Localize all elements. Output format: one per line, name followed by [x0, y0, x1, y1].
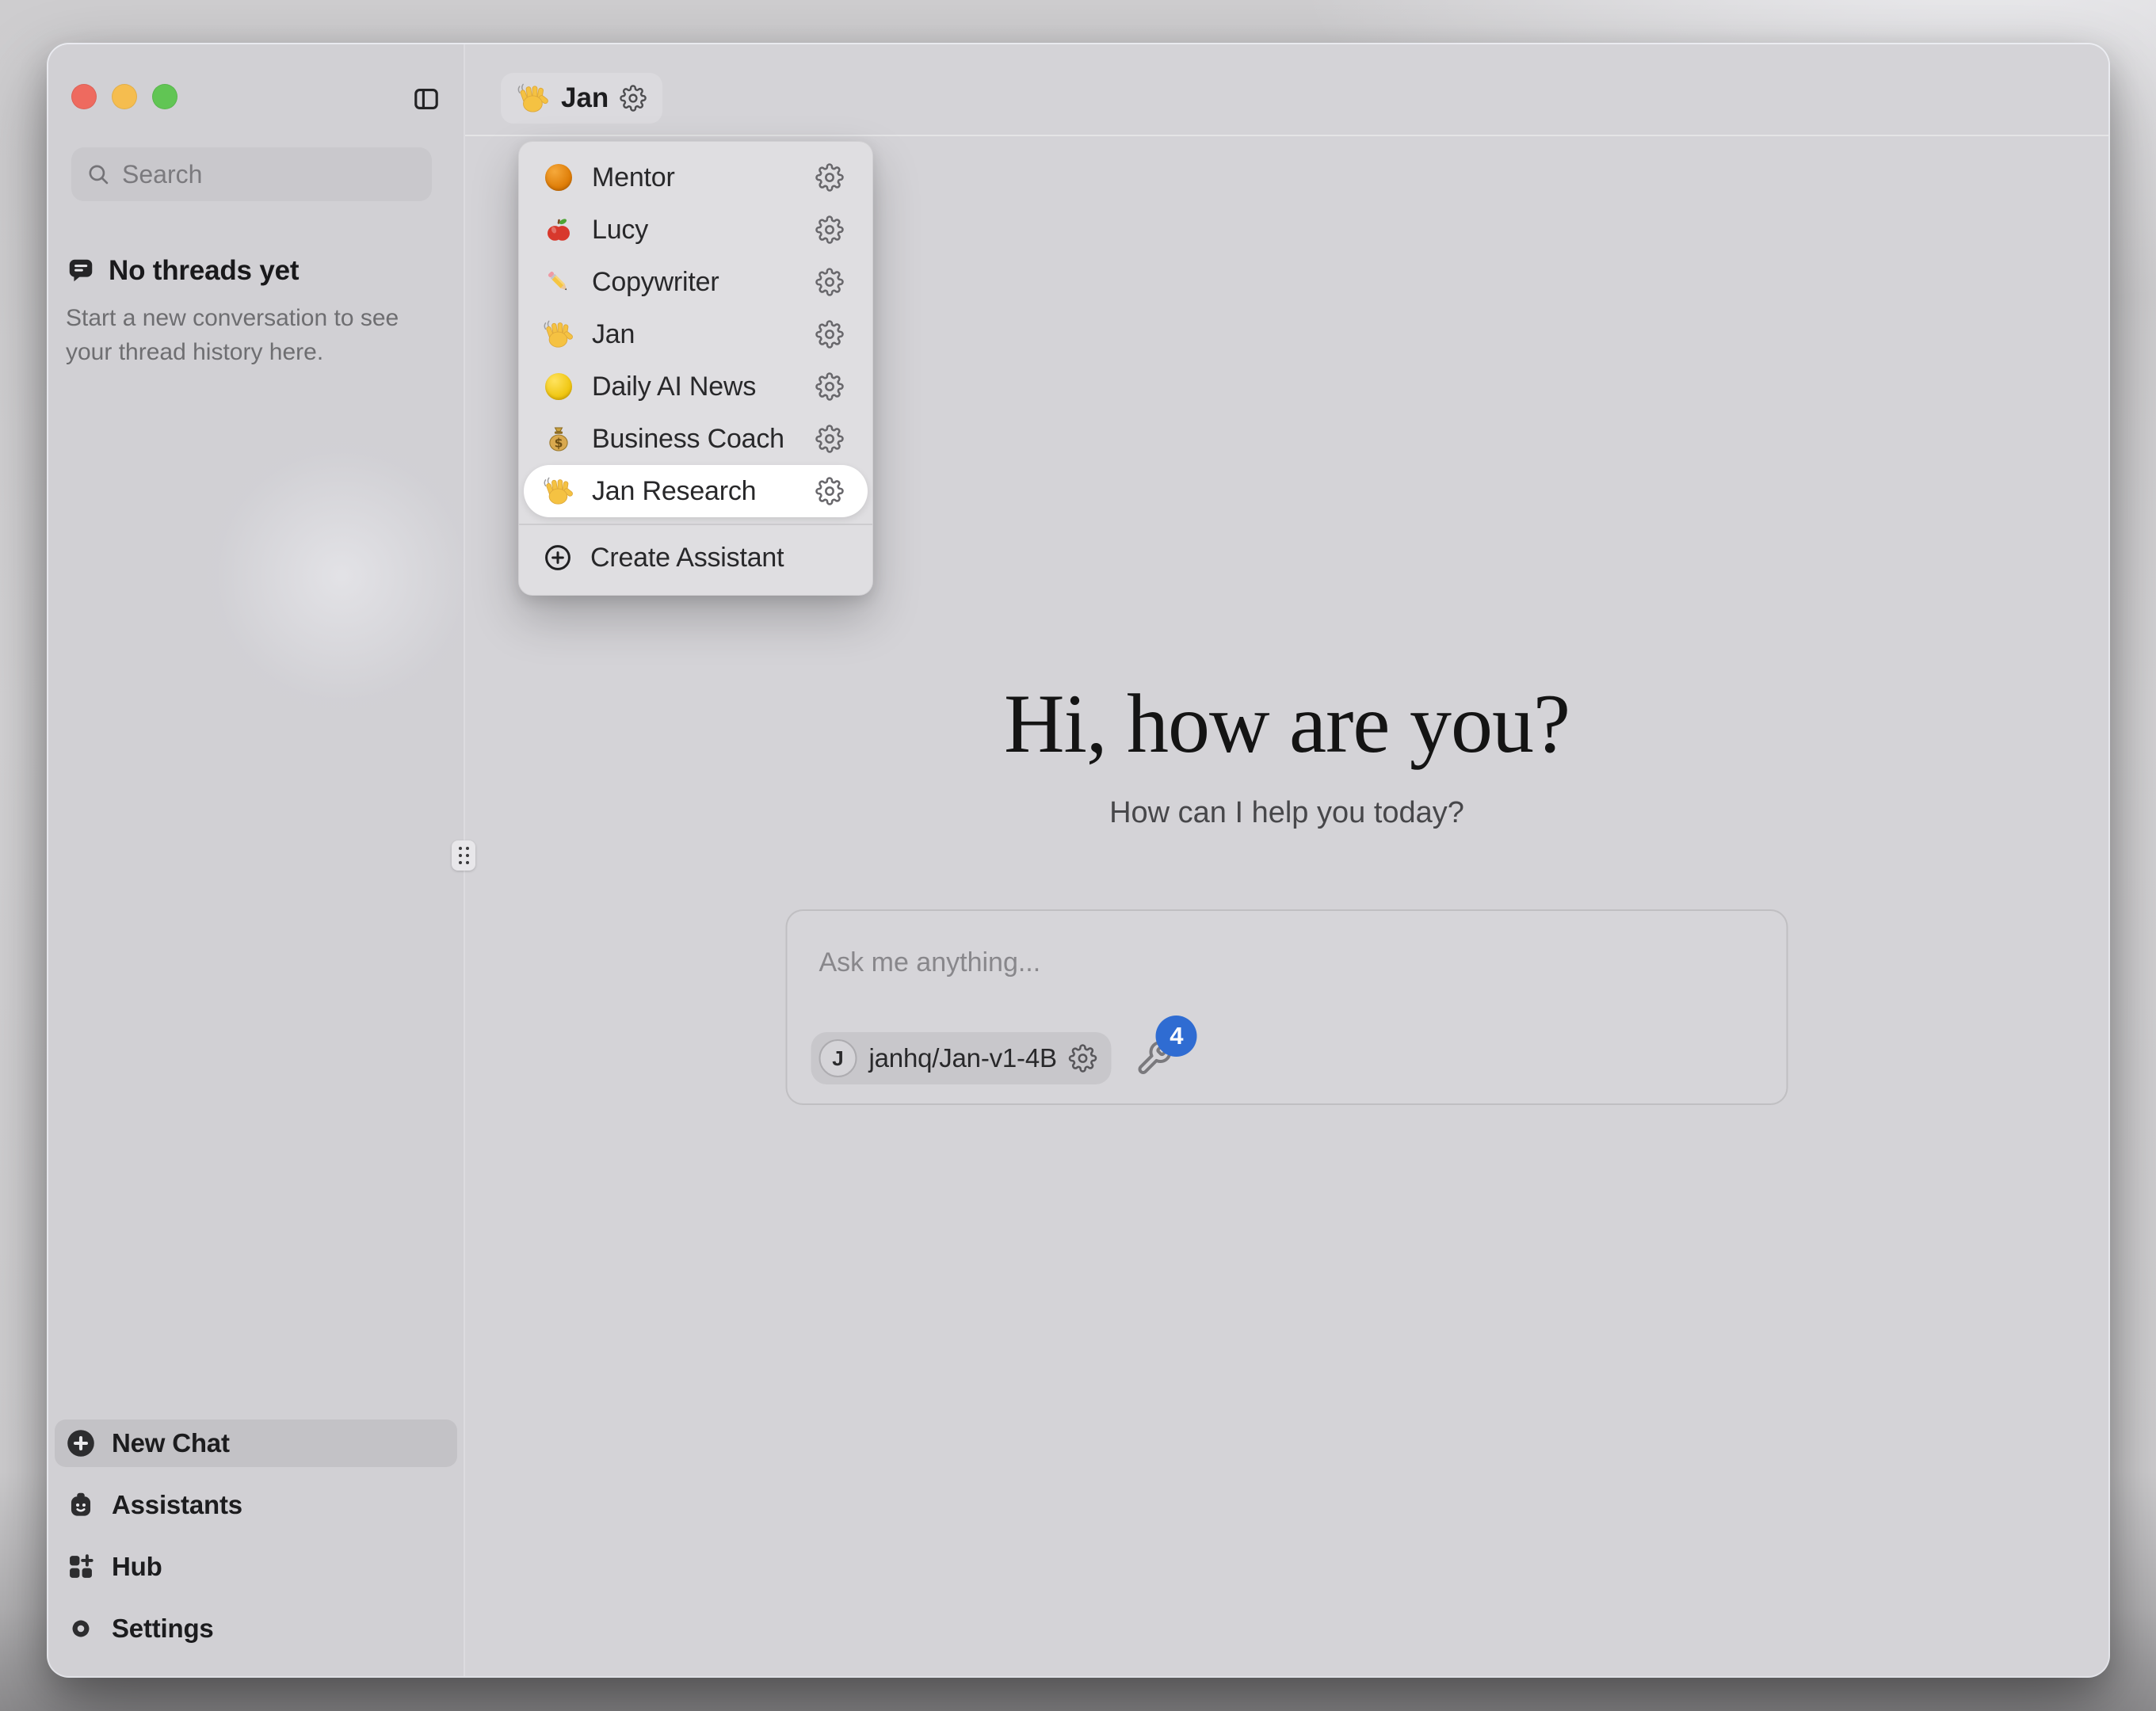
plus-circle-icon — [66, 1428, 96, 1458]
sidebar-item-settings[interactable]: Settings — [55, 1605, 457, 1652]
menu-item-copywriter[interactable]: Copywriter — [524, 256, 868, 308]
menu-item-label: Business Coach — [592, 424, 784, 455]
window-close-button[interactable] — [71, 84, 97, 109]
menu-item-label: Lucy — [592, 215, 648, 246]
menu-item-mentor[interactable]: Mentor — [524, 151, 868, 204]
waving-hand-icon — [543, 475, 574, 507]
gear-icon[interactable] — [815, 163, 844, 192]
pencil-icon — [543, 266, 574, 298]
sidebar-item-label: New Chat — [112, 1428, 230, 1458]
sidebar-bottom-nav: New Chat Assistants Hub Settings — [55, 1419, 457, 1652]
menu-item-label: Daily AI News — [592, 372, 756, 402]
empty-state-title: No threads yet — [109, 255, 299, 287]
search-icon — [86, 162, 111, 187]
sidebar-item-label: Assistants — [112, 1490, 242, 1520]
app-window: No threads yet Start a new conversation … — [48, 44, 2108, 1676]
greeting-title: Hi, how are you? — [465, 678, 2108, 770]
sidebar-toggle-button[interactable] — [412, 85, 441, 110]
menu-item-daily-ai-news[interactable]: Daily AI News — [524, 360, 868, 413]
sidebar-item-assistants[interactable]: Assistants — [55, 1481, 457, 1529]
waving-hand-icon — [543, 318, 574, 350]
chat-composer[interactable]: Ask me anything... J janhq/Jan-v1-4B 4 — [786, 909, 1788, 1105]
greeting-subtitle: How can I help you today? — [465, 792, 2108, 833]
assistant-selector-button[interactable]: Jan — [501, 73, 662, 124]
gear-icon[interactable] — [1069, 1044, 1097, 1073]
sidebar-toggle-icon — [412, 85, 441, 113]
sidebar-item-label: Hub — [112, 1552, 162, 1582]
gear-icon[interactable] — [815, 320, 844, 349]
model-avatar: J — [819, 1039, 857, 1077]
menu-item-jan[interactable]: Jan — [524, 308, 868, 360]
menu-item-label: Copywriter — [592, 267, 719, 298]
apple-icon — [543, 214, 574, 246]
sidebar-item-hub[interactable]: Hub — [55, 1543, 457, 1591]
gear-icon[interactable] — [815, 372, 844, 401]
tools-count-badge: 4 — [1156, 1016, 1197, 1057]
create-assistant-button[interactable]: Create Assistant — [524, 532, 868, 584]
gear-filled-icon — [66, 1614, 96, 1644]
waving-hand-icon — [517, 82, 550, 115]
main-area: Jan Mentor Lucy Copywriter Jan — [464, 44, 2108, 1676]
model-selector-button[interactable]: J janhq/Jan-v1-4B — [811, 1032, 1112, 1084]
gear-icon[interactable] — [815, 425, 844, 453]
window-zoom-button[interactable] — [152, 84, 177, 109]
gear-icon[interactable] — [620, 85, 647, 112]
sidebar: No threads yet Start a new conversation … — [48, 44, 464, 1676]
menu-item-label: Mentor — [592, 162, 675, 193]
sidebar-resize-handle[interactable] — [452, 840, 475, 871]
gear-icon[interactable] — [815, 215, 844, 244]
circle-plus-icon — [543, 543, 573, 573]
chat-bubble-icon — [66, 256, 96, 286]
menu-item-business-coach[interactable]: Business Coach — [524, 413, 868, 465]
menu-item-label: Jan — [592, 319, 635, 350]
composer-input[interactable]: Ask me anything... — [819, 947, 1041, 978]
orange-circle-icon — [545, 164, 572, 191]
money-bag-icon — [543, 423, 574, 455]
current-assistant-name: Jan — [561, 82, 609, 114]
hub-grid-icon — [66, 1552, 96, 1582]
tools-button[interactable]: 4 — [1135, 1039, 1173, 1077]
gear-icon[interactable] — [815, 268, 844, 296]
sidebar-item-label: Settings — [112, 1614, 214, 1644]
empty-state-description-line1: Start a new conversation to see — [66, 301, 438, 335]
search-input[interactable] — [122, 160, 418, 189]
search-box[interactable] — [71, 147, 432, 201]
assistant-icon — [66, 1490, 96, 1520]
gear-icon[interactable] — [815, 477, 844, 505]
menu-divider — [519, 524, 872, 525]
assistant-dropdown-menu: Mentor Lucy Copywriter Jan Daily AI News — [518, 141, 873, 596]
yellow-circle-icon — [545, 373, 572, 400]
model-name: janhq/Jan-v1-4B — [869, 1043, 1057, 1073]
menu-item-label: Jan Research — [592, 476, 756, 507]
empty-state-description-line2: your thread history here. — [66, 335, 438, 369]
sidebar-item-new-chat[interactable]: New Chat — [55, 1419, 457, 1467]
threads-empty-state: No threads yet Start a new conversation … — [66, 255, 438, 369]
window-minimize-button[interactable] — [112, 84, 137, 109]
menu-item-jan-research-selected[interactable]: Jan Research — [524, 465, 868, 517]
menu-item-lucy[interactable]: Lucy — [524, 204, 868, 256]
create-assistant-label: Create Assistant — [590, 543, 784, 574]
